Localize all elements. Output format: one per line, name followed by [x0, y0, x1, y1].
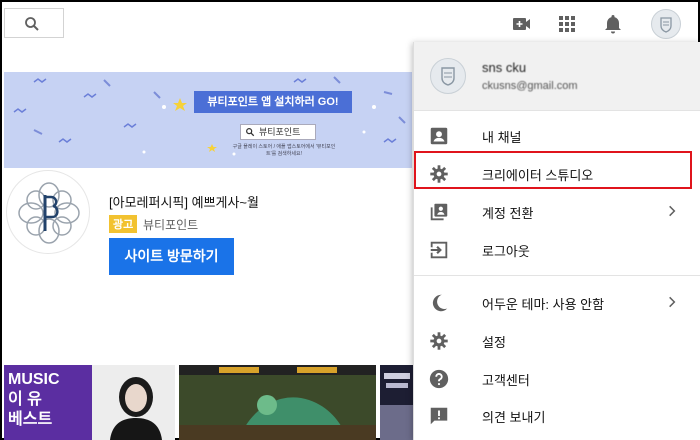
advertiser-logo[interactable]: [6, 170, 90, 254]
chevron-right-icon: [669, 205, 676, 217]
divider: [414, 275, 700, 276]
menu-item-dark-theme[interactable]: 어두운 테마: 사용 안함: [414, 284, 700, 321]
partial-thumbnail-image: [380, 365, 414, 440]
visit-site-button[interactable]: 사이트 방문하기: [109, 238, 234, 275]
gear-icon: [430, 332, 448, 350]
account-header: sns cku ckusns@gmail.com: [414, 42, 700, 110]
apps-grid-icon[interactable]: [555, 12, 579, 36]
thumbnail-text-2: 이 유: [8, 391, 42, 408]
account-name: sns cku: [482, 60, 527, 75]
thumbnail-text-1: MUSIC: [8, 371, 60, 388]
account-menu: sns cku ckusns@gmail.com 내 채널 크리에이터 스튜디오…: [413, 42, 700, 440]
switch-account-icon: [430, 203, 448, 221]
account-avatar-icon[interactable]: [651, 9, 681, 39]
video-thumbnail-game[interactable]: [179, 365, 376, 440]
video-thumbnail-partial[interactable]: [380, 365, 414, 440]
ad-title[interactable]: [아모레퍼시픽] 예쁘게사~월: [109, 192, 259, 211]
portrait-image: [110, 377, 162, 440]
game-screenshot: [179, 365, 376, 440]
menu-item-label: 계정 전환: [482, 206, 534, 221]
crest-icon: [441, 67, 455, 86]
menu-item-settings[interactable]: 설정: [414, 322, 700, 359]
menu-item-logout[interactable]: 로그아웃: [414, 231, 700, 268]
menu-item-label: 내 채널: [482, 130, 522, 145]
banner-headline: 뷰티포인트 앱 설치하러 GO!: [194, 91, 352, 113]
logout-icon: [428, 241, 448, 259]
menu-item-my-channel[interactable]: 내 채널: [414, 117, 700, 154]
banner-decoration: [13, 76, 406, 156]
video-thumbnail-music[interactable]: MUSIC 이 유 베스트: [4, 365, 92, 440]
menu-item-label: 로그아웃: [482, 244, 530, 259]
divider: [414, 110, 700, 111]
video-thumbnail-portrait[interactable]: [92, 365, 175, 440]
search-icon: [25, 17, 39, 31]
account-avatar-icon: [430, 58, 466, 94]
banner-search-text: 뷰티포인트: [259, 127, 301, 137]
account-email: ckusns@gmail.com: [482, 80, 578, 92]
menu-item-label: 어두운 테마: 사용 안함: [482, 297, 605, 312]
search-button[interactable]: [4, 8, 64, 38]
menu-item-feedback[interactable]: 의견 보내기: [414, 397, 700, 434]
help-icon: [429, 369, 449, 389]
ad-banner[interactable]: 뷰티포인트 앱 설치하러 GO! 뷰티포인트 구글 플레이 스토어 / 애플 앱…: [4, 72, 412, 168]
highlight-box: [414, 151, 692, 189]
menu-item-switch-account[interactable]: 계정 전환: [414, 193, 700, 230]
moon-icon: [432, 294, 448, 312]
menu-item-label: 의견 보내기: [482, 410, 546, 425]
banner-search-box: 뷰티포인트: [240, 124, 316, 140]
bell-icon[interactable]: [601, 12, 625, 36]
chevron-right-icon: [669, 296, 676, 308]
feedback-icon: [430, 407, 448, 425]
menu-item-help[interactable]: 고객센터: [414, 360, 700, 397]
menu-item-label: 설정: [482, 335, 506, 350]
crest-icon: [660, 17, 672, 33]
search-icon: [246, 128, 255, 137]
person-box-icon: [430, 127, 448, 145]
thumbnail-text-3: 베스트: [8, 411, 53, 428]
banner-subtext: 구글 플레이 스토어 / 애플 앱스토어에서 '뷰티포인트'를 검색하세요!: [232, 144, 336, 157]
ad-badge: 광고: [109, 215, 138, 233]
flower-logo-icon: [18, 182, 80, 244]
video-camera-icon[interactable]: [510, 12, 534, 36]
ad-sponsor: 뷰티포인트: [143, 218, 199, 232]
menu-item-label: 고객센터: [482, 373, 530, 388]
